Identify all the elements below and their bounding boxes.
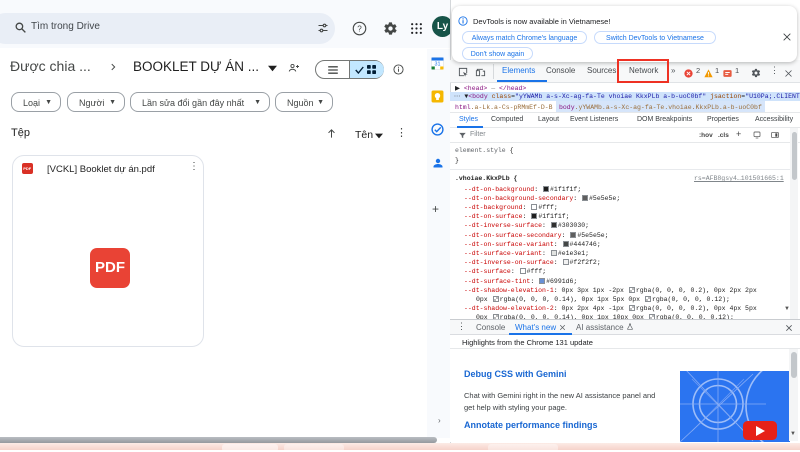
svg-text:31: 31	[434, 62, 440, 68]
svg-text:?: ?	[357, 24, 362, 33]
